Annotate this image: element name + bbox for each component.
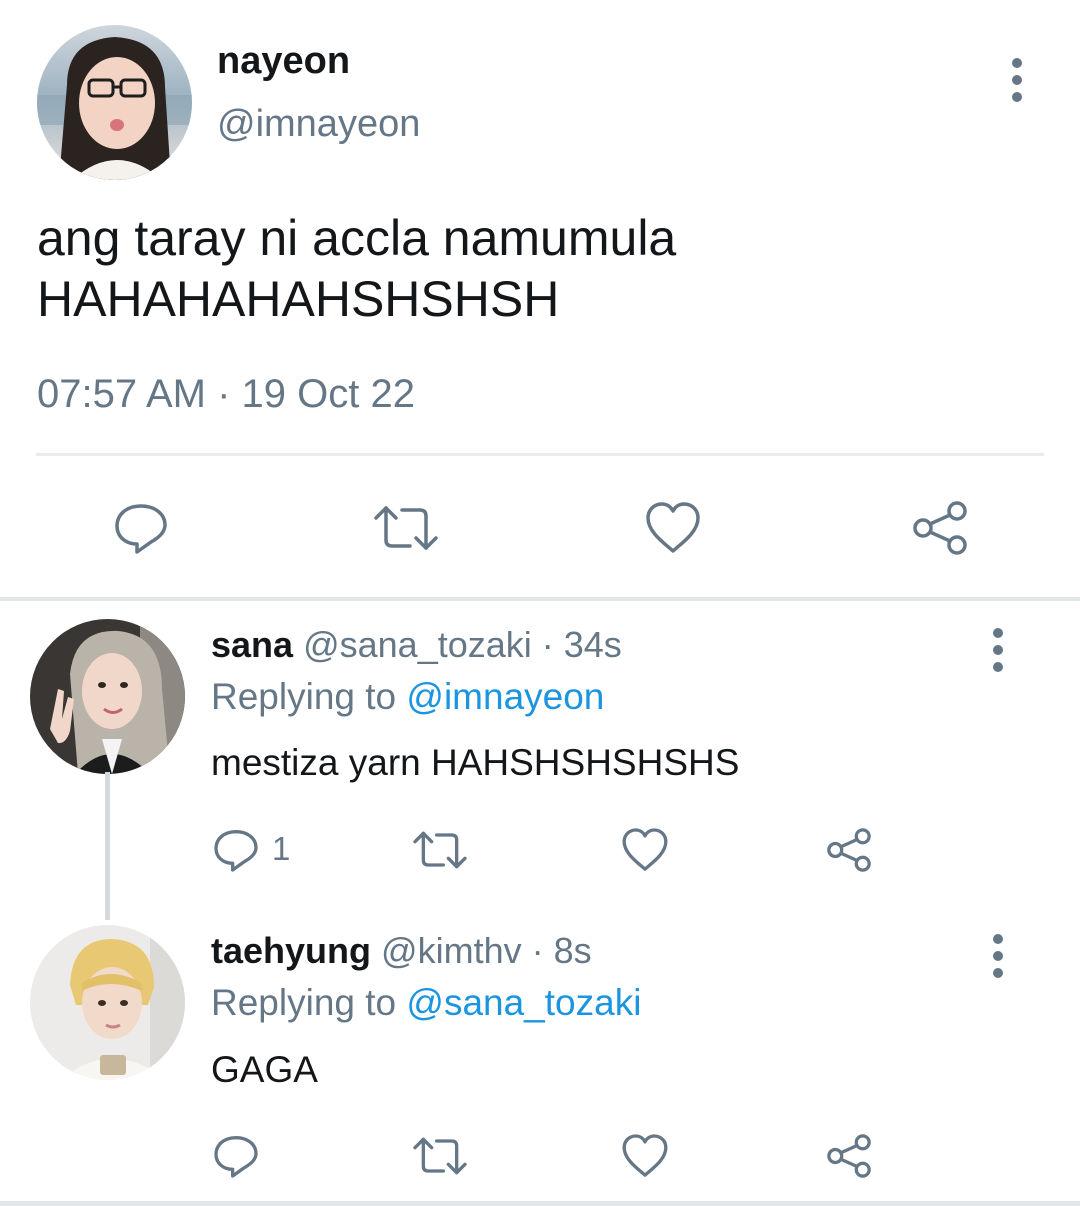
replying-to: Replying to @sana_tozaki [211, 982, 641, 1024]
display-name[interactable]: nayeon [217, 40, 350, 83]
more-options-icon[interactable] [988, 628, 1008, 672]
section-divider [0, 1201, 1080, 1206]
reply-text: mestiza yarn HAHSHSHSHSHS [211, 742, 740, 783]
reply-icon[interactable] [108, 495, 174, 561]
reply-display-name[interactable]: sana [211, 624, 293, 665]
retweet-icon[interactable] [370, 495, 442, 561]
like-icon[interactable] [640, 495, 706, 561]
reply-count: 1 [272, 830, 291, 867]
share-icon[interactable] [907, 495, 973, 561]
replying-prefix: Replying to [211, 982, 397, 1023]
tweet-text: ang taray ni accla namumula HAHAHAHAHSHS… [37, 208, 676, 330]
reply-header: taehyung @kimthv · 8s [211, 930, 592, 972]
reply-header: sana @sana_tozaki · 34s [211, 624, 622, 666]
reply-handle-time[interactable]: @sana_tozaki · 34s [303, 624, 622, 665]
reply-icon[interactable] [210, 1130, 262, 1182]
share-icon[interactable] [823, 1130, 875, 1182]
tweet-text-line-2: HAHAHAHAHSHSHSH [37, 271, 560, 327]
share-icon[interactable] [823, 824, 875, 876]
avatar-sana[interactable] [30, 619, 185, 774]
reply-handle-time[interactable]: @kimthv · 8s [381, 930, 592, 971]
avatar-nayeon[interactable] [37, 25, 192, 180]
thread-connector [105, 772, 110, 920]
more-options-icon[interactable] [988, 934, 1008, 978]
tweet-text-line-1: ang taray ni accla namumula [37, 210, 677, 266]
mention-link[interactable]: @imnayeon [406, 676, 604, 717]
replying-prefix: Replying to [211, 676, 397, 717]
like-icon[interactable] [619, 1130, 671, 1182]
replying-to: Replying to @imnayeon [211, 676, 604, 718]
more-options-icon[interactable] [1007, 58, 1027, 102]
retweet-icon[interactable] [410, 824, 470, 876]
reply-text: GAGA [211, 1049, 318, 1090]
divider [36, 453, 1044, 456]
mention-link[interactable]: @sana_tozaki [406, 982, 641, 1023]
avatar-taehyung[interactable] [30, 925, 185, 1080]
tweet-timestamp[interactable]: 07:57 AM · 19 Oct 22 [37, 372, 415, 417]
user-handle[interactable]: @imnayeon [217, 103, 420, 146]
reply-icon[interactable] [210, 824, 262, 876]
like-icon[interactable] [619, 824, 671, 876]
section-divider [0, 597, 1080, 601]
reply-display-name[interactable]: taehyung [211, 930, 371, 971]
retweet-icon[interactable] [410, 1130, 470, 1182]
